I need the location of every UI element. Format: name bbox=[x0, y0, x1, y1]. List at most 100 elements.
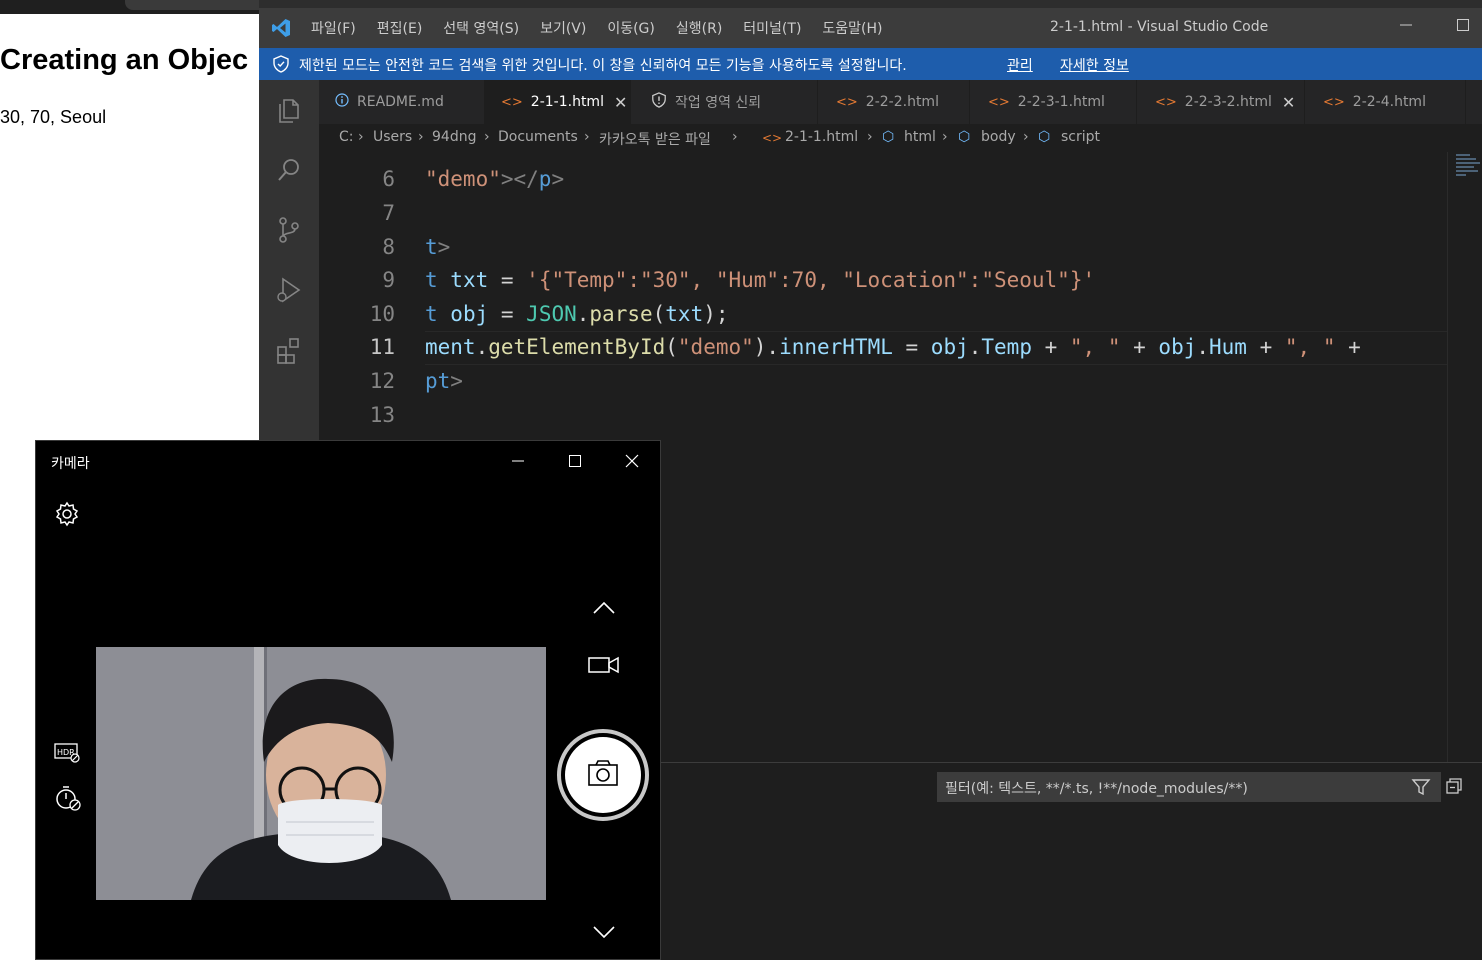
run-debug-icon[interactable] bbox=[273, 274, 305, 306]
tab-2-2-3-2-html[interactable]: <> 2-2-3-2.html ✕ bbox=[1137, 80, 1305, 124]
tab-workspace-trust[interactable]: 작업 영역 신뢰 bbox=[631, 80, 818, 124]
breadcrumb-script[interactable]: script bbox=[1061, 129, 1100, 145]
minimap-line bbox=[1456, 174, 1466, 176]
menu-selection[interactable]: 선택 영역(S) bbox=[443, 18, 519, 38]
menu-terminal[interactable]: 터미널(T) bbox=[743, 18, 801, 38]
code-token: innerHTML bbox=[779, 335, 893, 359]
minimap-line bbox=[1456, 162, 1480, 164]
breadcrumb-user[interactable]: 94dng bbox=[432, 129, 476, 145]
menu-run[interactable]: 실행(R) bbox=[676, 18, 722, 38]
close-icon[interactable]: ✕ bbox=[1282, 93, 1295, 112]
code-token: obj bbox=[930, 335, 969, 359]
tab-2-2-2-html[interactable]: <> 2-2-2.html bbox=[818, 80, 970, 124]
menu-file[interactable]: 파일(F) bbox=[311, 18, 356, 38]
take-photo-button[interactable] bbox=[557, 729, 649, 821]
html-icon: <> bbox=[988, 94, 1010, 110]
banner-details-link[interactable]: 자세한 정보 bbox=[1060, 55, 1129, 75]
camera-maximize-button[interactable] bbox=[560, 449, 590, 473]
code-line-6: "demo"></p> bbox=[425, 167, 564, 191]
symbol-icon: ⬡ bbox=[1038, 129, 1051, 145]
search-icon[interactable] bbox=[273, 154, 305, 186]
code-token: + bbox=[1335, 335, 1361, 359]
code-token: ></ bbox=[500, 167, 539, 191]
menu-view[interactable]: 보기(V) bbox=[540, 18, 586, 38]
code-token: + bbox=[1246, 335, 1285, 359]
breadcrumb-html[interactable]: html bbox=[904, 129, 936, 145]
chevron-right-icon: › bbox=[584, 129, 590, 145]
tab-2-2-3-1-html[interactable]: <> 2-2-3-1.html bbox=[970, 80, 1137, 124]
code-token: . bbox=[1196, 335, 1210, 359]
close-icon bbox=[625, 454, 639, 468]
line-number: 6 bbox=[382, 167, 395, 191]
chevron-right-icon: › bbox=[1023, 129, 1029, 145]
camera-close-button[interactable] bbox=[617, 449, 647, 473]
breadcrumb-drive[interactable]: C: bbox=[339, 129, 354, 145]
code-token: ); bbox=[703, 302, 729, 326]
tab-readme[interactable]: README.md bbox=[319, 80, 485, 124]
breadcrumb-file[interactable]: 2-1-1.html bbox=[785, 129, 858, 145]
tab-2-1-1-html[interactable]: <> 2-1-1.html ✕ bbox=[485, 80, 631, 124]
close-icon[interactable]: ✕ bbox=[614, 93, 627, 112]
browser-tab[interactable] bbox=[125, 0, 260, 10]
minimap[interactable] bbox=[1447, 152, 1482, 762]
filter-placeholder: 필터(예: 텍스트, **/*.ts, !**/node_modules/**) bbox=[945, 781, 1248, 797]
timer-off-icon[interactable] bbox=[54, 784, 82, 812]
maximize-icon bbox=[1457, 19, 1469, 31]
code-token: parse bbox=[589, 302, 653, 326]
maximize-button[interactable] bbox=[1451, 15, 1475, 39]
menu-edit[interactable]: 편집(E) bbox=[377, 18, 423, 38]
code-token: ", " bbox=[1069, 335, 1121, 359]
chevron-up-icon[interactable] bbox=[592, 601, 616, 615]
hdr-off-icon[interactable]: HDR bbox=[54, 741, 80, 763]
breadcrumb: C: › Users › 94dng › Documents › 카카오톡 받은… bbox=[319, 124, 1482, 152]
camera-minimize-button[interactable] bbox=[503, 449, 533, 473]
camera-window: 카메라 HDR bbox=[35, 440, 661, 960]
html-icon: <> bbox=[1155, 94, 1177, 110]
source-control-icon[interactable] bbox=[273, 214, 305, 246]
breadcrumb-users[interactable]: Users bbox=[373, 129, 412, 145]
code-token: "demo" bbox=[677, 335, 754, 359]
symbol-icon: ⬡ bbox=[882, 129, 895, 145]
camera-preview bbox=[96, 647, 546, 900]
html-icon: <> bbox=[762, 131, 783, 145]
video-mode-icon[interactable] bbox=[588, 655, 620, 675]
camera-feed-image bbox=[96, 647, 546, 900]
browser-tabstrip bbox=[0, 0, 260, 14]
code-token: = bbox=[488, 268, 527, 292]
menu-go[interactable]: 이동(G) bbox=[607, 18, 655, 38]
banner-manage-link[interactable]: 관리 bbox=[1007, 55, 1033, 75]
breadcrumb-folder[interactable]: 카카오톡 받은 파일 bbox=[599, 129, 711, 149]
code-token: ). bbox=[753, 335, 780, 359]
banner-message: 제한된 모드는 안전한 코드 검색을 위한 것입니다. 이 창을 신뢰하여 모든… bbox=[299, 58, 907, 74]
menu-help[interactable]: 도움말(H) bbox=[822, 18, 882, 38]
html-icon: <> bbox=[1323, 94, 1345, 110]
settings-gear-icon[interactable] bbox=[54, 501, 80, 527]
maximize-icon bbox=[569, 455, 581, 467]
filter-input[interactable]: 필터(예: 텍스트, **/*.ts, !**/node_modules/**) bbox=[937, 772, 1441, 802]
minimap-line bbox=[1456, 154, 1470, 156]
html-icon: <> bbox=[836, 94, 858, 110]
code-token: > bbox=[437, 235, 451, 259]
code-token: > bbox=[450, 369, 463, 393]
chevron-down-icon[interactable] bbox=[592, 925, 616, 939]
code-token: t bbox=[425, 268, 451, 292]
tab-label: 2-2-2.html bbox=[865, 94, 939, 110]
collapse-all-icon[interactable] bbox=[1445, 777, 1463, 795]
filter-icon[interactable] bbox=[1411, 777, 1431, 797]
explorer-icon[interactable] bbox=[273, 94, 305, 126]
info-icon bbox=[335, 93, 349, 111]
code-token: pt bbox=[425, 369, 451, 393]
minimap-line bbox=[1456, 158, 1476, 160]
breadcrumb-body[interactable]: body bbox=[981, 129, 1016, 145]
minimize-button[interactable] bbox=[1394, 15, 1418, 39]
titlebar: 파일(F) 편집(E) 선택 영역(S) 보기(V) 이동(G) 실행(R) 터… bbox=[259, 8, 1482, 48]
breadcrumb-documents[interactable]: Documents bbox=[498, 129, 578, 145]
page-heading: Creating an Objec bbox=[0, 44, 249, 76]
tab-label: 2-2-4.html bbox=[1352, 94, 1426, 110]
extensions-icon[interactable] bbox=[273, 334, 305, 366]
code-token: obj bbox=[450, 302, 489, 326]
code-token: = bbox=[892, 335, 931, 359]
tab-label: 작업 영역 신뢰 bbox=[675, 95, 762, 111]
line-number-current: 11 bbox=[369, 335, 395, 359]
tab-2-2-4-html[interactable]: <> 2-2-4.html bbox=[1305, 80, 1466, 124]
